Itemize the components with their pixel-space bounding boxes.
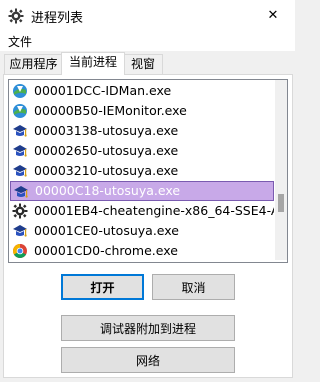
list-item[interactable]: 00001EB4-cheatengine-x86_64-SSE4-AVX2.ex… [10, 201, 274, 221]
title-bar[interactable]: 进程列表 ✕ [0, 0, 295, 31]
window-title: 进程列表 [31, 11, 84, 26]
utosuya-icon [13, 125, 27, 137]
utosuya-icon [13, 165, 27, 177]
open-button-label: 打开 [90, 280, 115, 295]
process-list: 00001DCC-IDMan.exe 00000B50-IEMonitor.ex… [10, 81, 274, 261]
close-button[interactable]: ✕ [251, 0, 295, 31]
utosuya-icon [13, 225, 27, 237]
vertical-scrollbar[interactable] [275, 80, 287, 260]
list-item[interactable]: 00003138-utosuya.exe [10, 121, 274, 141]
tab-panel: 00001DCC-IDMan.exe 00000B50-IEMonitor.ex… [3, 74, 293, 378]
idm-icon [13, 104, 27, 118]
process-name: 00002650-utosuya.exe [34, 143, 179, 158]
cheatengine-app-icon [8, 8, 24, 24]
tab-windows[interactable]: 视窗 [123, 54, 163, 74]
process-name: 00001CE0-utosuya.exe [34, 223, 179, 238]
list-item[interactable]: 00001DCC-IDMan.exe [10, 81, 274, 101]
menu-file[interactable]: 文件 [8, 33, 32, 50]
list-item-selected[interactable]: 00000C18-utosuya.exe [10, 181, 274, 201]
network-button-label: 网络 [135, 353, 160, 368]
process-name: 00003138-utosuya.exe [34, 123, 179, 138]
process-name: 00001EB4-cheatengine-x86_64-SSE4-AVX2.ex… [34, 203, 274, 218]
process-name: 00001CD0-chrome.exe [34, 243, 178, 258]
idm-icon [13, 84, 27, 98]
process-name: 00000B50-IEMonitor.exe [34, 103, 187, 118]
cheatengine-gear-icon [12, 203, 28, 219]
tab-windows-label: 视窗 [130, 57, 155, 71]
list-item[interactable]: 00000B50-IEMonitor.exe [10, 101, 274, 121]
cancel-button-label: 取消 [181, 280, 206, 295]
process-name: 00001DCC-IDMan.exe [34, 83, 172, 98]
process-listbox[interactable]: 00001DCC-IDMan.exe 00000B50-IEMonitor.ex… [8, 79, 288, 263]
list-item[interactable]: 00001CE0-utosuya.exe [10, 221, 274, 241]
chrome-icon [13, 244, 27, 258]
tab-current-processes[interactable]: 当前进程 [61, 52, 125, 75]
attach-debugger-button[interactable]: 调试器附加到进程 [61, 315, 235, 341]
process-list-window: 进程列表 ✕ 文件 应用程序 当前进程 视窗 00001DCC-IDMan.ex… [0, 0, 295, 382]
process-name: 00000C18-utosuya.exe [35, 183, 181, 198]
list-item[interactable]: 00003210-utosuya.exe [10, 161, 274, 181]
menu-bar: 文件 [0, 31, 295, 51]
utosuya-icon [13, 145, 27, 157]
network-button[interactable]: 网络 [61, 347, 235, 373]
tab-applications-label: 应用程序 [9, 57, 58, 71]
open-button[interactable]: 打开 [61, 274, 144, 300]
close-icon: ✕ [267, 8, 279, 23]
cancel-button[interactable]: 取消 [152, 274, 235, 300]
list-item[interactable]: 00002650-utosuya.exe [10, 141, 274, 161]
list-item[interactable]: 00001CD0-chrome.exe [10, 241, 274, 261]
tab-current-processes-label: 当前进程 [68, 55, 117, 69]
attach-debugger-button-label: 调试器附加到进程 [99, 321, 196, 336]
tab-applications[interactable]: 应用程序 [4, 54, 63, 74]
scrollbar-thumb[interactable] [278, 194, 284, 212]
process-name: 00003210-utosuya.exe [34, 163, 179, 178]
utosuya-icon [14, 186, 28, 198]
